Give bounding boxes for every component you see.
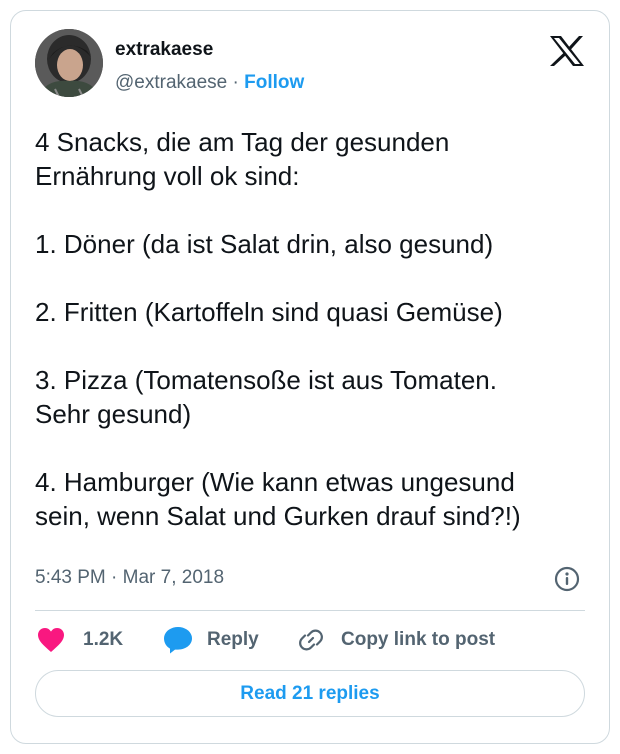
tweet-date[interactable]: Mar 7, 2018	[123, 567, 224, 588]
avatar[interactable]	[35, 29, 103, 97]
display-name[interactable]: extrakaese	[115, 39, 213, 61]
x-logo-icon[interactable]	[549, 35, 585, 67]
reply-label: Reply	[207, 629, 259, 650]
reply-button[interactable]: Reply	[163, 625, 259, 655]
handle-separator: ·	[227, 72, 245, 93]
tweet-text: 4 Snacks, die am Tag der gesunden Ernähr…	[35, 127, 521, 531]
heart-icon	[37, 627, 65, 653]
like-count: 1.2K	[83, 629, 124, 650]
speech-bubble-icon	[163, 626, 193, 654]
copy-link-label: Copy link to post	[341, 629, 496, 650]
user-handle[interactable]: @extrakaese	[115, 72, 227, 93]
tweet-time[interactable]: 5:43 PM	[35, 567, 106, 588]
divider	[35, 610, 585, 611]
info-icon[interactable]	[554, 566, 580, 592]
like-button[interactable]: 1.2K	[37, 625, 123, 655]
link-icon	[297, 626, 325, 654]
handle-row: @extrakaese · Follow	[115, 72, 304, 94]
follow-button[interactable]: Follow	[244, 72, 304, 93]
timestamp-row[interactable]: 5:43 PM · Mar 7, 2018	[35, 567, 224, 589]
read-replies-button[interactable]: Read 21 replies	[35, 670, 585, 717]
read-replies-label: Read 21 replies	[240, 682, 380, 704]
copy-link-button[interactable]: Copy link to post	[297, 625, 495, 655]
meta-separator: ·	[105, 567, 123, 588]
tweet-card: extrakaese @extrakaese · Follow 4 Snacks…	[10, 10, 610, 744]
